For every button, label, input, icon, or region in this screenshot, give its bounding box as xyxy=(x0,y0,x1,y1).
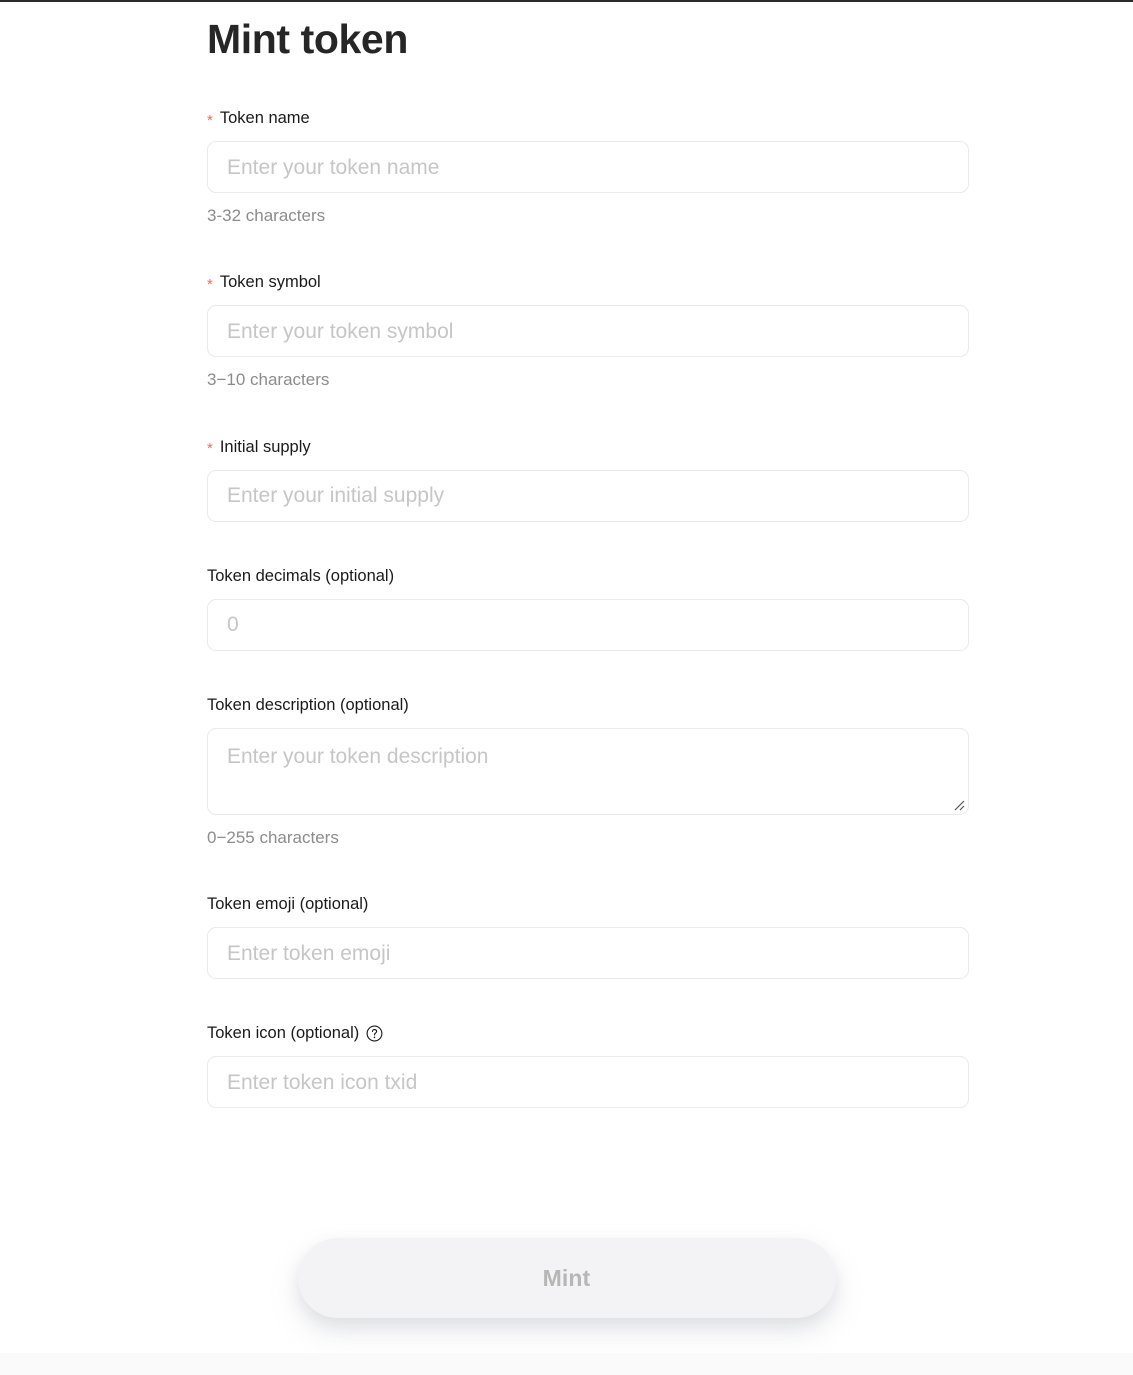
field-token-emoji: Token emoji (optional) Enter token emoji xyxy=(207,894,969,980)
mint-token-page: Mint token * Token name Enter your token… xyxy=(0,0,1133,1375)
hint-token-name: 3-32 characters xyxy=(207,206,326,225)
required-asterisk-icon: * xyxy=(207,440,213,458)
label-text: Token decimals (optional) xyxy=(207,566,395,585)
label-token-emoji: Token emoji (optional) xyxy=(207,894,969,914)
bottom-band xyxy=(0,1353,1133,1375)
label-text: Token icon (optional) xyxy=(207,1024,360,1043)
token-description-placeholder: Enter your token description xyxy=(227,744,489,768)
token-description-textarea[interactable]: Enter your token description xyxy=(207,727,969,815)
top-divider xyxy=(0,0,1133,2)
field-initial-supply: * Initial supply Enter your initial supp… xyxy=(207,437,969,522)
label-initial-supply: * Initial supply xyxy=(207,437,969,457)
token-name-placeholder: Enter your token name xyxy=(227,155,440,179)
field-token-name: * Token name Enter your token name 3-32 … xyxy=(207,108,969,226)
token-symbol-input[interactable]: Enter your token symbol xyxy=(207,305,969,358)
resize-handle-icon[interactable] xyxy=(951,797,965,811)
field-token-icon: Token icon (optional) Enter token icon t… xyxy=(207,1023,969,1109)
hint-token-description: 0−255 characters xyxy=(207,827,339,847)
label-text: Token description (optional) xyxy=(207,695,409,714)
required-asterisk-icon: * xyxy=(207,111,213,129)
token-decimals-placeholder: 0 xyxy=(227,613,239,637)
label-token-decimals: Token decimals (optional) xyxy=(207,566,969,586)
token-emoji-input[interactable]: Enter token emoji xyxy=(207,927,969,980)
token-name-input[interactable]: Enter your token name xyxy=(207,141,969,193)
question-circle-icon[interactable] xyxy=(366,1025,383,1042)
initial-supply-input[interactable]: Enter your initial supply xyxy=(207,469,969,522)
hint-token-symbol: 3−10 characters xyxy=(207,370,330,390)
token-decimals-input[interactable]: 0 xyxy=(207,598,969,651)
label-text: Token symbol xyxy=(219,273,321,292)
mint-token-form: * Token name Enter your token name 3-32 … xyxy=(207,108,969,1109)
label-text: Initial supply xyxy=(219,437,311,456)
token-icon-input[interactable]: Enter token icon txid xyxy=(207,1056,969,1109)
label-token-description: Token description (optional) xyxy=(207,695,969,715)
token-icon-placeholder: Enter token icon txid xyxy=(227,1070,418,1094)
label-token-icon: Token icon (optional) xyxy=(207,1023,969,1043)
token-symbol-placeholder: Enter your token symbol xyxy=(227,319,454,343)
label-token-symbol: * Token symbol xyxy=(207,272,969,292)
mint-button[interactable]: Mint xyxy=(297,1238,836,1318)
field-token-decimals: Token decimals (optional) 0 xyxy=(207,566,969,651)
required-asterisk-icon: * xyxy=(207,275,213,293)
label-text: Token name xyxy=(219,109,310,127)
label-text: Token emoji (optional) xyxy=(207,895,369,914)
field-token-description: Token description (optional) Enter your … xyxy=(207,695,969,848)
field-token-symbol: * Token symbol Enter your token symbol 3… xyxy=(207,272,969,390)
label-token-name: * Token name xyxy=(207,108,969,128)
page-title: Mint token xyxy=(207,16,408,63)
initial-supply-placeholder: Enter your initial supply xyxy=(227,484,445,508)
token-emoji-placeholder: Enter token emoji xyxy=(227,941,391,965)
submit-row: Mint xyxy=(0,1238,1133,1318)
